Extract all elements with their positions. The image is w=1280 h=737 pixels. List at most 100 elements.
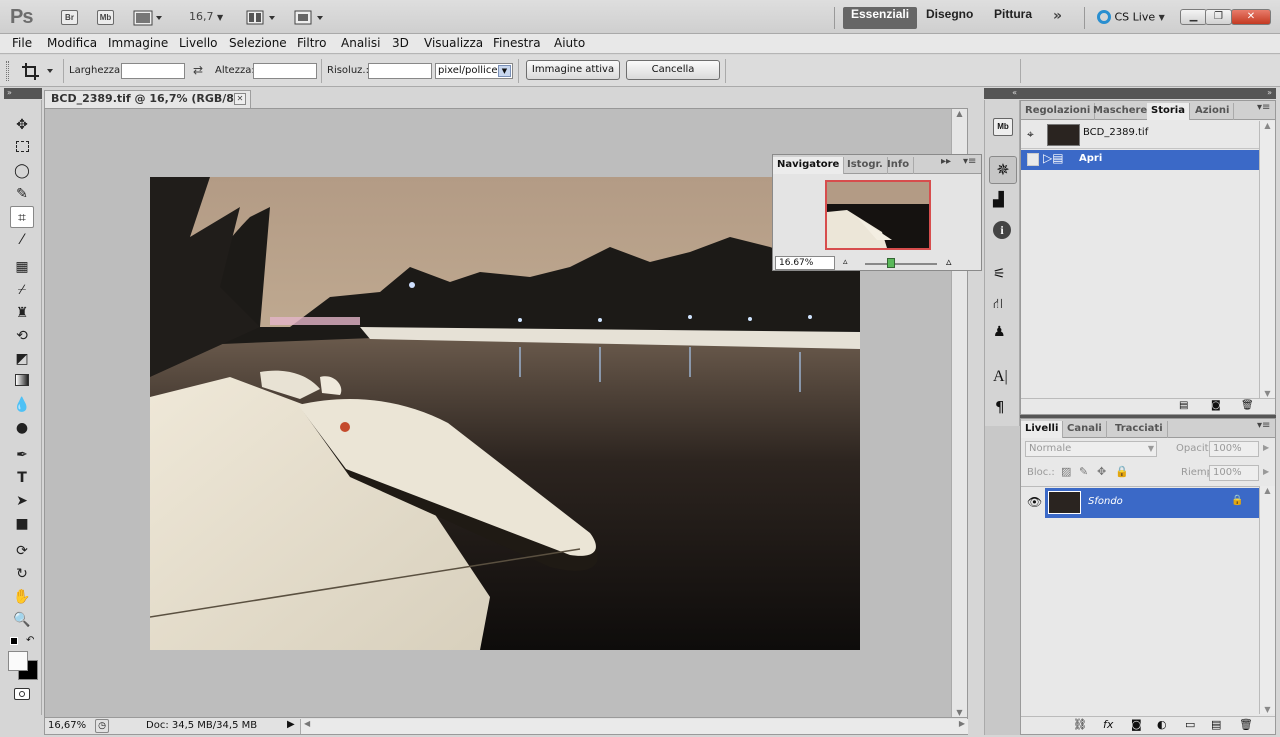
scroll-down-icon[interactable]: ▼ (952, 708, 967, 717)
history-snapshot-row[interactable]: ⌖ BCD_2389.tif (1021, 121, 1259, 149)
menu-modifica[interactable]: Modifica (47, 36, 97, 50)
panel-expand-icon[interactable]: ▸▸ (941, 156, 951, 167)
menu-3d[interactable]: 3D (392, 36, 409, 50)
blend-mode-select[interactable]: Normale ▼ (1025, 441, 1157, 457)
new-document-from-state-icon[interactable]: ▤ (1179, 400, 1188, 411)
menu-livello[interactable]: Livello (179, 36, 218, 50)
zoom-slider[interactable] (865, 263, 937, 265)
navigator-thumbnail[interactable] (825, 180, 931, 250)
lock-pixels-icon[interactable]: ✎ (1079, 465, 1088, 478)
eye-icon[interactable]: 👁 (1027, 495, 1042, 509)
move-tool-icon[interactable]: ✥ (10, 114, 34, 136)
status-menu-arrow-icon[interactable]: ▶ (287, 719, 295, 730)
swap-dimensions-icon[interactable]: ⇄ (193, 63, 203, 77)
workspace-disegno[interactable]: Disegno (918, 7, 981, 29)
history-brush-source-icon[interactable]: ⌖ (1027, 127, 1034, 142)
menu-filtro[interactable]: Filtro (297, 36, 326, 50)
scroll-up-icon[interactable]: ▲ (952, 109, 967, 118)
dodge-tool-icon[interactable]: ● (10, 417, 34, 439)
info-dock-icon[interactable]: i (993, 221, 1011, 239)
tab-adjustments[interactable]: Regolazioni (1021, 103, 1096, 120)
zoom-in-icon[interactable]: ▵ (946, 255, 952, 268)
scroll-left-icon[interactable]: ◀ (304, 719, 310, 728)
histogram-dock-icon[interactable]: ▟ (993, 192, 1004, 208)
menu-aiuto[interactable]: Aiuto (554, 36, 585, 50)
close-button[interactable]: ✕ (1231, 9, 1271, 25)
add-mask-icon[interactable]: ◙ (1131, 718, 1142, 731)
workspace-pittura[interactable]: Pittura (986, 7, 1040, 29)
type-tool-icon[interactable]: T (10, 467, 34, 489)
3d-rotate-tool-icon[interactable]: ⟳ (10, 540, 34, 562)
healing-brush-tool-icon[interactable]: ▦ (10, 256, 34, 278)
link-layers-icon[interactable]: ⛓ (1073, 718, 1087, 731)
navigator-dock-icon[interactable]: ✵ (989, 156, 1017, 184)
status-zoom[interactable]: 16,67% (48, 720, 86, 731)
status-options-icon[interactable]: ◷ (95, 719, 109, 733)
gradient-tool-icon[interactable] (10, 371, 34, 393)
navigator-zoom-input[interactable]: 16.67% (775, 256, 835, 270)
clear-button[interactable]: Cancella (626, 60, 720, 80)
character-dock-icon[interactable]: A| (993, 368, 1008, 386)
menu-selezione[interactable]: Selezione (229, 36, 287, 50)
more-workspaces-icon[interactable]: » (1053, 8, 1062, 24)
collapse-icon[interactable]: » (1267, 88, 1272, 97)
fill-arrow-icon[interactable]: ▶ (1263, 467, 1269, 476)
zoom-level-dropdown[interactable]: 16,7 ▼ (189, 10, 223, 23)
restore-button[interactable]: ❐ (1205, 9, 1232, 25)
tab-actions[interactable]: Azioni (1191, 103, 1235, 120)
eraser-tool-icon[interactable]: ◩ (10, 348, 34, 370)
view-extras-button[interactable] (133, 10, 163, 26)
history-state-row[interactable]: ▷▤ Apri (1021, 150, 1259, 170)
eyedropper-tool-icon[interactable]: ⁄ (10, 229, 34, 251)
panel-menu-icon[interactable]: ▾≡ (963, 156, 976, 167)
brush-presets-dock-icon[interactable]: ⚟ (993, 266, 1006, 282)
lasso-tool-icon[interactable]: ◯ (10, 160, 34, 182)
tab-info[interactable]: Info (883, 157, 915, 174)
screen-mode-button[interactable] (294, 10, 328, 26)
resolution-input[interactable] (368, 63, 432, 79)
collapse-icon[interactable]: » (7, 88, 12, 97)
scroll-up-icon[interactable]: ▲ (1260, 486, 1275, 495)
panel-menu-icon[interactable]: ▾≡ (1257, 102, 1270, 113)
blur-tool-icon[interactable]: 💧 (10, 394, 34, 416)
layer-row[interactable]: 👁 Sfondo 🔒 (1021, 486, 1259, 518)
menu-file[interactable]: File (12, 36, 32, 50)
tab-history[interactable]: Storia (1147, 103, 1190, 120)
close-document-icon[interactable]: ✕ (234, 93, 246, 105)
brush-tool-icon[interactable]: ⌿ (10, 279, 34, 301)
trash-icon[interactable]: 🗑 (1241, 400, 1254, 411)
3d-orbit-tool-icon[interactable]: ↻ (10, 563, 34, 585)
menu-analisi[interactable]: Analisi (341, 36, 380, 50)
document-tab[interactable]: BCD_2389.tif @ 16,7% (RGB/8) ✕ (44, 90, 251, 108)
minimize-button[interactable]: ▁ (1180, 9, 1207, 25)
history-source-checkbox[interactable] (1027, 153, 1039, 166)
mini-bridge-icon[interactable]: Mb (993, 118, 1013, 136)
clone-stamp-tool-icon[interactable]: ♜ (10, 302, 34, 324)
zoom-out-icon[interactable]: ▵ (843, 257, 848, 267)
layers-scrollbar[interactable]: ▲ ▼ (1259, 486, 1275, 714)
zoom-slider-thumb[interactable] (887, 258, 895, 268)
menu-finestra[interactable]: Finestra (493, 36, 541, 50)
marquee-tool-icon[interactable] (10, 137, 34, 159)
menu-visualizza[interactable]: Visualizza (424, 36, 483, 50)
opacity-input[interactable]: 100% (1209, 441, 1259, 457)
arrange-documents-button[interactable] (246, 10, 280, 26)
scroll-down-icon[interactable]: ▼ (1260, 705, 1275, 714)
history-scrollbar[interactable]: ▲ ▼ (1259, 121, 1275, 398)
path-selection-tool-icon[interactable]: ➤ (10, 490, 34, 512)
tool-preset-picker[interactable] (20, 61, 60, 81)
foreground-color-swatch[interactable] (8, 651, 28, 671)
tab-histogram[interactable]: Istogr. (843, 157, 888, 174)
quick-selection-tool-icon[interactable]: ✎ (10, 183, 34, 205)
resolution-unit-select[interactable]: pixel/pollice ▼ (435, 63, 513, 79)
hand-tool-icon[interactable]: ✋ (10, 586, 34, 608)
pen-tool-icon[interactable]: ✒ (10, 444, 34, 466)
front-image-button[interactable]: Immagine attiva (526, 60, 620, 80)
default-colors-icon[interactable] (10, 637, 18, 645)
new-group-icon[interactable]: ▭ (1185, 718, 1195, 731)
quick-mask-icon[interactable] (14, 688, 30, 700)
layer-style-icon[interactable]: fx (1103, 718, 1113, 731)
height-input[interactable] (253, 63, 317, 79)
horizontal-scrollbar[interactable]: ◀ ▶ (300, 719, 968, 734)
scroll-up-icon[interactable]: ▲ (1260, 121, 1275, 130)
